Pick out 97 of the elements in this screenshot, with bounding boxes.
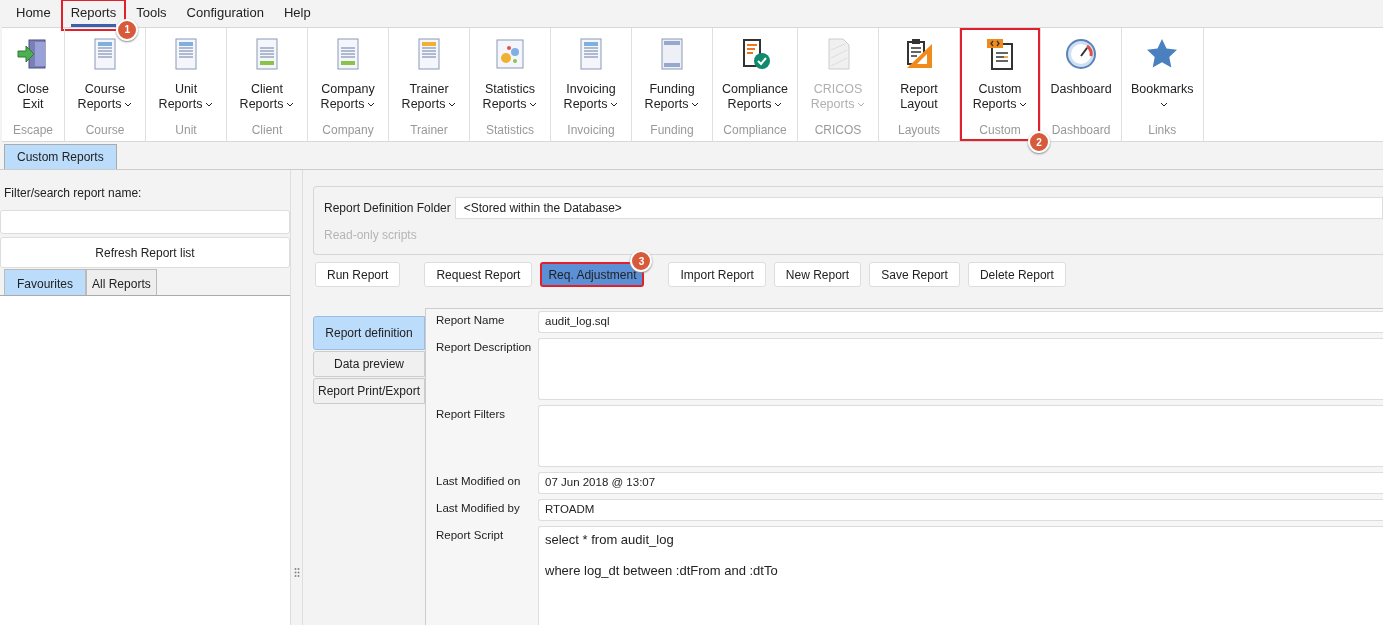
- ribbon-label: Reports: [810, 97, 866, 112]
- ribbon-label: Reports: [482, 97, 538, 112]
- ribbon-label: Reports: [320, 97, 376, 112]
- ribbon-label: Report: [900, 82, 938, 97]
- side-tab[interactable]: Report definition: [313, 316, 425, 350]
- code-line: select * from audit_log: [545, 532, 675, 547]
- ribbon-label: CRICOS: [813, 82, 863, 97]
- ribbon-label: Reports: [401, 97, 457, 112]
- field-label: Report Description: [436, 340, 533, 355]
- ribbon-label: Close: [17, 82, 49, 97]
- text-field[interactable]: RTOADM: [538, 499, 1383, 521]
- ribbon-label: Invoicing: [566, 82, 616, 97]
- action-button[interactable]: Import Report: [668, 262, 766, 287]
- group-caption: Invoicing: [567, 123, 615, 137]
- ribbon-button[interactable]: Company Reports: [320, 36, 376, 123]
- ribbon-label: Compliance: [722, 82, 788, 97]
- refresh-button[interactable]: Refresh Report list: [0, 237, 290, 268]
- group-caption: Links: [1148, 123, 1177, 137]
- ribbon-button[interactable]: Close Exit: [15, 36, 51, 123]
- grip-icon[interactable]: [293, 567, 300, 579]
- group-caption: Client: [251, 123, 283, 137]
- group-caption: Company: [322, 123, 374, 137]
- code-line: where log_dt between :dtFrom and :dtTo: [545, 563, 779, 578]
- read-only-label: Read-only scripts: [324, 228, 418, 242]
- group-caption: Funding: [650, 123, 694, 137]
- ribbon-button[interactable]: Bookmarks: [1131, 36, 1194, 123]
- ribbon-button[interactable]: Custom Reports: [972, 36, 1028, 123]
- folder-field[interactable]: <Stored within the Database>: [454, 197, 1383, 219]
- group-caption: Dashboard: [1051, 123, 1111, 137]
- text-area[interactable]: [538, 405, 1383, 467]
- text-area[interactable]: [538, 338, 1383, 400]
- ribbon-label: Reports: [239, 97, 295, 112]
- ribbon-button[interactable]: Dashboard: [1050, 36, 1112, 123]
- ribbon-label: Bookmarks: [1131, 82, 1194, 97]
- ribbon-button[interactable]: Statistics Reports: [482, 36, 538, 123]
- field-label: Report Filters: [436, 407, 507, 422]
- field-label: Report Name: [436, 313, 506, 328]
- ribbon-label: Statistics: [485, 82, 535, 97]
- field-label: Report Definition Folder: [324, 201, 451, 215]
- ribbon-button[interactable]: Client Reports: [239, 36, 295, 123]
- ribbon-label: Custom: [978, 82, 1022, 97]
- action-button[interactable]: Delete Report: [967, 262, 1066, 287]
- ribbon-label: Reports: [158, 97, 214, 112]
- ribbon-label: Reports: [727, 97, 783, 112]
- ribbon-button[interactable]: Trainer Reports: [401, 36, 457, 123]
- group-caption: Statistics: [486, 123, 534, 137]
- text-field[interactable]: audit_log.sql: [538, 311, 1383, 333]
- filter-label: Filter/search report name:: [3, 185, 143, 202]
- group-caption: Escape: [13, 123, 53, 137]
- ribbon-label: Company: [321, 82, 375, 97]
- list-tab[interactable]: All Reports: [86, 269, 157, 295]
- action-button[interactable]: Run Report: [315, 262, 401, 287]
- menu-item[interactable]: Configuration: [186, 0, 264, 27]
- group-caption: Compliance: [723, 123, 787, 137]
- ribbon-label: Trainer: [409, 82, 449, 97]
- step-badge: 3: [630, 250, 653, 272]
- ribbon-label: Reports: [644, 97, 700, 112]
- ribbon-button[interactable]: Report Layout: [900, 36, 938, 123]
- group-caption: CRICOS: [814, 123, 862, 137]
- menu-item[interactable]: Help: [283, 0, 311, 27]
- group-caption: Unit: [175, 123, 197, 137]
- ribbon-label: Reports: [77, 97, 133, 112]
- action-button[interactable]: Request Report: [424, 262, 533, 287]
- list-tab[interactable]: Favourites: [4, 269, 87, 295]
- side-tab[interactable]: Data preview: [313, 351, 425, 377]
- text-field[interactable]: 07 Jun 2018 @ 13:07: [538, 472, 1383, 494]
- ribbon-button[interactable]: Compliance Reports: [722, 36, 788, 123]
- action-button[interactable]: Save Report: [869, 262, 960, 287]
- ribbon-label: Layout: [900, 97, 938, 112]
- ribbon-label: Dashboard: [1050, 82, 1112, 97]
- ribbon-label: Course: [84, 82, 126, 97]
- group-caption: Layouts: [898, 123, 941, 137]
- ribbon-label: Unit: [174, 82, 198, 97]
- step-badge: 2: [1028, 131, 1050, 153]
- side-tab[interactable]: Report Print/Export: [313, 378, 425, 404]
- field-label: Last Modified on: [436, 474, 522, 489]
- field-label: Last Modified by: [436, 501, 521, 516]
- ribbon-button[interactable]: Funding Reports: [644, 36, 700, 123]
- group-caption: Custom: [979, 123, 1021, 137]
- script-editor[interactable]: select * from audit_log where log_dt between :dtFrom and :dtTo: [538, 526, 1383, 625]
- ribbon-button[interactable]: Invoicing Reports: [563, 36, 619, 123]
- action-button[interactable]: New Report: [773, 262, 862, 287]
- group-caption: Course: [85, 123, 125, 137]
- ribbon-label: Client: [251, 82, 283, 97]
- field-label: Report Script: [436, 528, 505, 543]
- ribbon-label: Funding: [649, 82, 695, 97]
- ribbon-label: Reports: [972, 97, 1028, 112]
- menu-item[interactable]: Tools: [136, 0, 167, 27]
- ribbon-label: Exit: [22, 97, 44, 112]
- ribbon-button[interactable]: Unit Reports: [158, 36, 214, 123]
- menu-item[interactable]: Home: [16, 0, 51, 27]
- document-tab[interactable]: Custom Reports: [4, 144, 117, 169]
- ribbon-label: Reports: [563, 97, 619, 112]
- step-badge: 1: [116, 18, 139, 41]
- search-field[interactable]: [0, 210, 290, 234]
- group-caption: Trainer: [410, 123, 448, 137]
- gauge-icon: [1063, 36, 1099, 72]
